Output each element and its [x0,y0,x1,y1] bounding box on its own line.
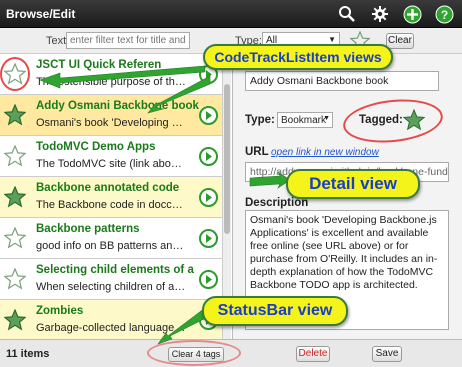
gear-icon[interactable] [370,4,390,24]
arrow-right-icon[interactable] [199,188,218,207]
search-icon[interactable] [337,4,357,24]
statusbar-view-callout: StatusBar view [202,296,348,326]
delete-button[interactable]: Delete [296,346,330,362]
scrollbar-thumb[interactable] [224,84,230,234]
list-item-title: JSCT UI Quick Referen [36,59,162,71]
list-item-title: TodoMVC Demo Apps [36,141,156,153]
open-link-link[interactable]: open link in new window [271,147,379,158]
list-item-title: Selecting child elements of a [36,264,194,276]
star-filled-icon[interactable] [3,185,27,208]
list-view-callout: CodeTrackListItem views [203,44,393,70]
detail-url-label: URL [245,146,269,158]
arrow-right-icon[interactable] [199,106,218,125]
plus-icon[interactable] [402,4,422,24]
app-title: Browse/Edit [6,7,76,21]
star-outline-icon[interactable] [3,62,27,85]
detail-view-callout: Detail view [286,169,420,199]
list-item-description: good info on BB patterns and best [36,240,186,252]
star-filled-icon[interactable] [3,103,27,126]
list-item-description: The ostensible purpose of this dev [36,76,186,88]
list-item-description: When selecting children of a view [36,281,186,293]
detail-type-label: Type: [245,114,275,126]
tagged-star-icon[interactable] [402,108,426,131]
list-item[interactable]: TodoMVC Demo Apps The TodoMVC site (link … [0,136,222,177]
star-outline-icon[interactable] [3,226,27,249]
list-item-title: Backbone annotated code [36,182,180,194]
status-bar: 11 items Clear 4 tags Delete Save [0,339,462,367]
save-button[interactable]: Save [372,346,402,362]
list-item-title: Backbone patterns [36,223,140,235]
list-item-title: Zombies [36,305,84,317]
list-item[interactable]: Backbone patterns good info on BB pattern… [0,218,222,259]
arrow-right-icon[interactable] [199,270,218,289]
detail-tagged-label: Tagged: [359,114,403,126]
chevron-down-icon: ▼ [323,115,330,122]
list-item-description: Garbage-collected languages are [36,322,186,334]
detail-title-field[interactable]: Addy Osmani Backbone book [245,71,439,91]
list-item[interactable]: Addy Osmani Backbone book Osmani's book '… [0,95,222,136]
clear-tags-button[interactable]: Clear 4 tags [168,347,224,362]
star-outline-icon[interactable] [3,144,27,167]
list-item-description: The TodoMVC site (link above) let [36,158,186,170]
clear-filter-button[interactable]: Clear [386,33,414,49]
star-outline-icon[interactable] [3,267,27,290]
list-item[interactable]: Backbone annotated code The Backbone code… [0,177,222,218]
star-filled-icon[interactable] [3,308,27,331]
app-header: Browse/Edit ? [0,0,462,28]
help-icon[interactable]: ? [434,4,454,24]
item-list: JSCT UI Quick Referen The ostensible purp… [0,54,231,339]
arrow-right-icon[interactable] [199,229,218,248]
detail-type-select[interactable]: Bookmark ▼ [277,112,333,128]
svg-text:?: ? [440,8,447,22]
list-item-description: The Backbone code in docco 2 c [36,199,186,211]
item-count: 11 items [6,348,50,360]
arrow-right-icon[interactable] [199,147,218,166]
list-item[interactable]: Selecting child elements of a When select… [0,259,222,300]
list-item-description: Osmani's book 'Developing Backbo [36,117,186,129]
chevron-down-icon: ▼ [328,35,336,44]
list-item[interactable]: Zombies Garbage-collected languages are [0,300,222,339]
list-item-title: Addy Osmani Backbone book [36,100,199,112]
detail-type-value: Bookmark [281,115,327,126]
list-item[interactable]: JSCT UI Quick Referen The ostensible purp… [0,54,222,95]
text-filter-input[interactable] [66,32,190,49]
